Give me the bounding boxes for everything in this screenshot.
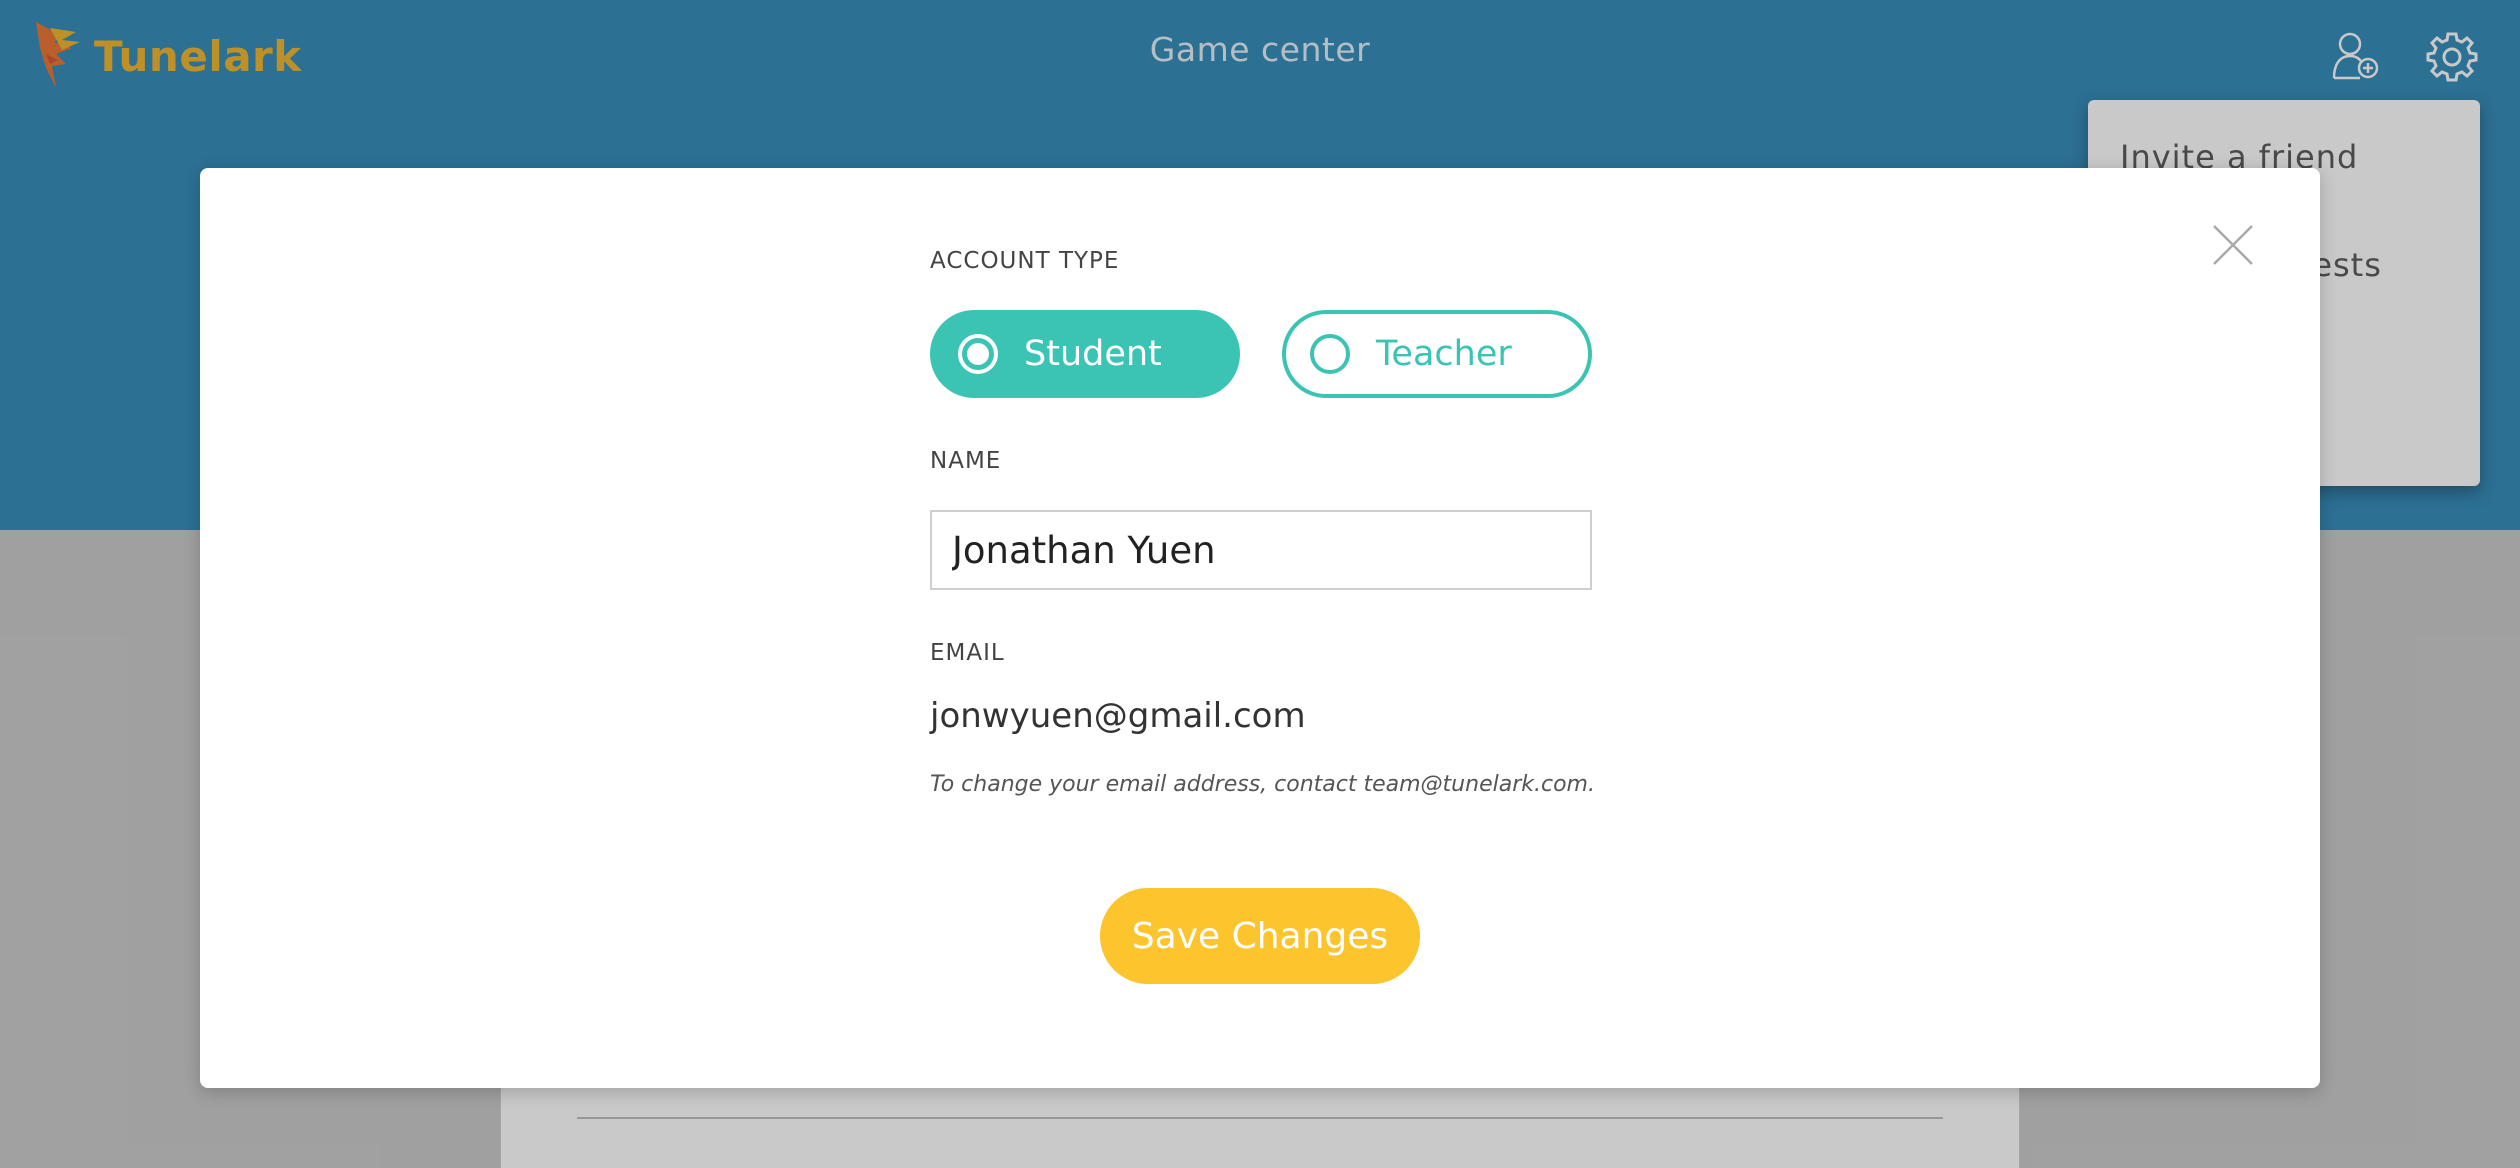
- teacher-option-label: Teacher: [1376, 334, 1512, 374]
- close-icon: [2210, 225, 2256, 272]
- student-radio-option[interactable]: Student: [930, 310, 1240, 398]
- email-label: EMAIL: [930, 640, 1005, 666]
- teacher-radio-option[interactable]: Teacher: [1282, 310, 1592, 398]
- save-changes-button[interactable]: Save Changes: [1100, 888, 1420, 984]
- account-settings-modal: ACCOUNT TYPE Student Teacher NAME EMAIL …: [200, 168, 2320, 1088]
- email-change-note: To change your email address, contact te…: [930, 772, 1595, 797]
- email-value: jonwyuen@gmail.com: [930, 696, 1306, 736]
- close-button[interactable]: [2210, 222, 2256, 268]
- name-input[interactable]: [930, 510, 1592, 590]
- student-option-label: Student: [1024, 334, 1162, 374]
- page: Tunelark Game center Invite a friend ACC…: [0, 0, 2520, 1168]
- name-label: NAME: [930, 448, 1002, 474]
- radio-unselected-icon: [1310, 334, 1350, 374]
- radio-selected-icon: [958, 334, 998, 374]
- account-type-label: ACCOUNT TYPE: [930, 248, 1120, 274]
